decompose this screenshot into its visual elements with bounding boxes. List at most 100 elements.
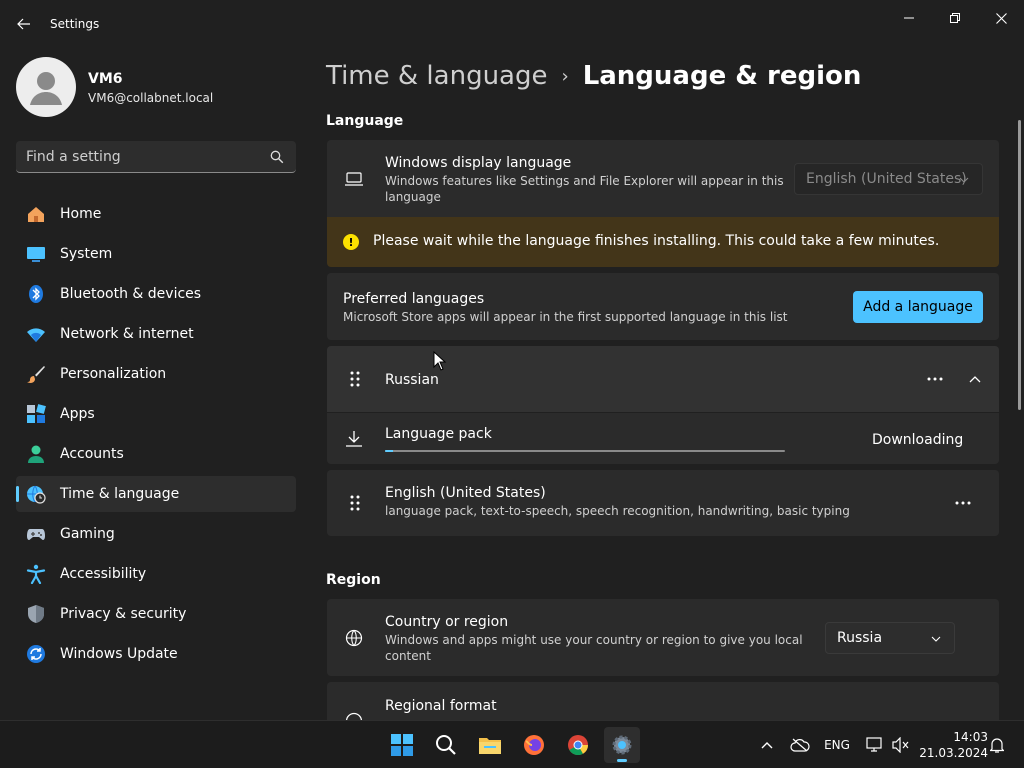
- show-hidden-icons-button[interactable]: [757, 735, 777, 755]
- chevron-down-icon: [959, 177, 969, 183]
- firefox-icon: [524, 735, 544, 755]
- sidebar-item-label: Time & language: [60, 486, 180, 502]
- minimize-button[interactable]: [886, 4, 932, 32]
- sidebar-item-label: Privacy & security: [60, 606, 187, 622]
- back-button[interactable]: [12, 12, 36, 36]
- download-status: Downloading: [872, 432, 964, 448]
- english-language-desc: language pack, text-to-speech, speech re…: [385, 504, 850, 518]
- sidebar-item-label: Personalization: [60, 366, 167, 382]
- english-more-button[interactable]: [949, 489, 977, 517]
- regional-format-title: Regional format: [385, 698, 497, 714]
- preferred-languages-desc: Microsoft Store apps will appear in the …: [343, 310, 788, 324]
- settings-taskbar-button[interactable]: [604, 727, 640, 763]
- gear-icon: [612, 735, 632, 755]
- brush-icon: [26, 364, 46, 384]
- sidebar-item-home[interactable]: Home: [16, 196, 296, 232]
- chevron-up-icon: [761, 742, 773, 749]
- sidebar-item-system[interactable]: System: [16, 236, 296, 272]
- restore-button[interactable]: [932, 4, 978, 32]
- language-pack-title: Language pack: [385, 426, 492, 442]
- windows-logo-icon: [391, 734, 413, 756]
- network-tray-icon[interactable]: [864, 735, 886, 755]
- close-button[interactable]: [978, 4, 1024, 32]
- title-bar: Settings: [0, 0, 1024, 48]
- page-title: Language & region: [582, 61, 862, 91]
- russian-language-item[interactable]: Russian: [327, 346, 999, 412]
- drag-handle-icon[interactable]: [348, 493, 362, 513]
- search-box[interactable]: [16, 141, 296, 173]
- country-region-desc-line1: Windows and apps might use your country …: [385, 633, 803, 647]
- display-language-desc-line1: Windows features like Settings and File …: [385, 174, 784, 188]
- user-name: VM6: [88, 71, 123, 87]
- chrome-icon: [568, 735, 589, 756]
- globe-clock-icon: [26, 484, 46, 504]
- sidebar-item-label: Gaming: [60, 526, 115, 542]
- globe-icon: [343, 627, 365, 649]
- search-icon: [270, 150, 284, 164]
- sidebar-item-label: Accessibility: [60, 566, 147, 582]
- app-title: Settings: [50, 17, 100, 31]
- taskbar-clock[interactable]: 14:03 21.03.2024: [914, 729, 988, 761]
- regional-format-card[interactable]: Regional format: [327, 682, 999, 720]
- download-progress-fill: [385, 450, 393, 452]
- start-button[interactable]: [384, 727, 420, 763]
- display-language-card: Windows display language Windows feature…: [327, 140, 999, 217]
- sidebar-item-time-language[interactable]: Time & language: [16, 476, 296, 512]
- accounts-icon: [26, 444, 46, 464]
- restore-icon: [950, 13, 960, 23]
- sidebar-item-apps[interactable]: Apps: [16, 396, 296, 432]
- drag-handle-icon[interactable]: [348, 369, 362, 389]
- gamepad-icon: [26, 524, 46, 544]
- sidebar-item-personalization[interactable]: Personalization: [16, 356, 296, 392]
- russian-more-button[interactable]: [921, 365, 949, 393]
- volume-tray-icon[interactable]: [890, 735, 912, 755]
- download-progress-bar: [385, 450, 785, 452]
- person-icon: [30, 72, 62, 105]
- breadcrumb-parent[interactable]: Time & language: [326, 61, 547, 91]
- input-language-indicator[interactable]: ENG: [822, 735, 852, 755]
- add-language-button[interactable]: Add a language: [853, 291, 983, 323]
- russian-language-name: Russian: [385, 372, 439, 388]
- preferred-languages-card: Preferred languages Microsoft Store apps…: [327, 273, 999, 340]
- notifications-button[interactable]: [988, 735, 1006, 755]
- sidebar-item-network[interactable]: Network & internet: [16, 316, 296, 352]
- sidebar-item-accounts[interactable]: Accounts: [16, 436, 296, 472]
- taskbar-search-button[interactable]: [428, 727, 464, 763]
- language-section-title: Language: [326, 113, 404, 129]
- sidebar-item-windows-update[interactable]: Windows Update: [16, 636, 296, 672]
- sidebar-item-gaming[interactable]: Gaming: [16, 516, 296, 552]
- country-region-dropdown[interactable]: Russia: [825, 622, 955, 654]
- sidebar-item-bluetooth[interactable]: Bluetooth & devices: [16, 276, 296, 312]
- sidebar-item-label: Accounts: [60, 446, 124, 462]
- chevron-down-icon: [931, 636, 941, 642]
- sidebar-nav: Home System Bluetooth & devices Network …: [16, 196, 296, 676]
- firefox-button[interactable]: [516, 727, 552, 763]
- display-language-title: Windows display language: [385, 155, 572, 171]
- warning-icon: !: [343, 234, 359, 250]
- search-input[interactable]: [26, 147, 266, 167]
- sidebar-item-label: Bluetooth & devices: [60, 286, 202, 302]
- user-email: VM6@collabnet.local: [88, 91, 214, 105]
- english-language-name: English (United States): [385, 485, 546, 501]
- preferred-languages-title: Preferred languages: [343, 291, 485, 307]
- bell-icon: [990, 738, 1004, 753]
- display-language-dropdown[interactable]: English (United States): [794, 163, 983, 195]
- file-explorer-button[interactable]: [472, 727, 508, 763]
- sidebar-item-privacy[interactable]: Privacy & security: [16, 596, 296, 632]
- user-profile[interactable]: VM6 VM6@collabnet.local: [16, 57, 296, 117]
- english-language-item[interactable]: English (United States) language pack, t…: [327, 470, 999, 536]
- sidebar-item-label: System: [60, 246, 113, 262]
- country-region-title: Country or region: [385, 614, 509, 630]
- active-app-indicator: [617, 759, 627, 762]
- chrome-button[interactable]: [560, 727, 596, 763]
- sidebar-item-label: Home: [60, 206, 102, 222]
- collapse-button[interactable]: [961, 365, 989, 393]
- region-section-title: Region: [326, 572, 381, 588]
- onedrive-tray-icon[interactable]: [787, 735, 813, 755]
- network-icon: [866, 737, 882, 752]
- sidebar-item-accessibility[interactable]: Accessibility: [16, 556, 296, 592]
- speaker-muted-icon: [892, 737, 909, 753]
- country-region-card: Country or region Windows and apps might…: [327, 599, 999, 676]
- taskbar: ENG 14:03 21.03.2024: [0, 720, 1024, 768]
- scrollbar[interactable]: [1018, 120, 1021, 410]
